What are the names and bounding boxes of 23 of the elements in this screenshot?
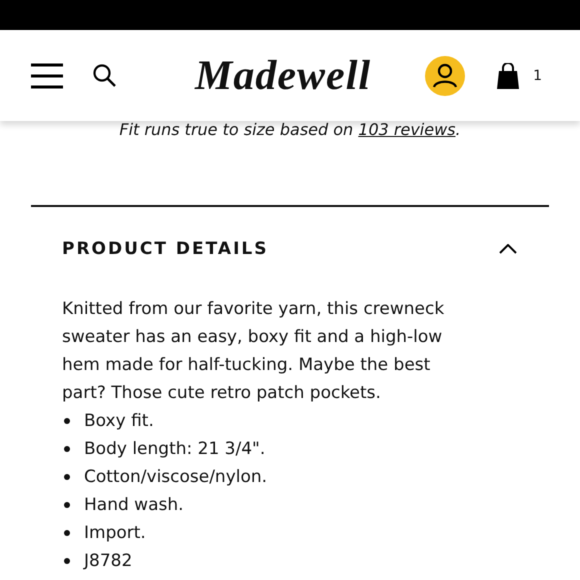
reviews-link[interactable]: 103 reviews [358,120,456,139]
shopping-bag-icon[interactable] [497,62,520,88]
bullet-text: Boxy fit. [84,411,154,431]
bullet-text: Import. [84,523,146,543]
cart-count: 1 [533,68,542,84]
bullet-icon [64,418,70,424]
bullet-text: J8782 [84,551,132,571]
bullet-icon [64,446,70,452]
bullet-text: Body length: 21 3/4". [84,439,266,459]
accordion-header[interactable]: PRODUCT DETAILS [31,207,549,259]
bullet-icon [64,558,70,564]
menu-icon[interactable] [31,62,63,88]
brand-logo[interactable]: Madewell [195,52,372,100]
description-text: Knitted from our favorite yarn, this crewneck sweater has an easy, boxy fit and a high-low hem made for half-tucking. Maybe the best part? Those cute retro patch pockets. [62,298,446,405]
search-icon[interactable] [93,64,117,88]
bullet-icon [64,474,70,480]
account-icon[interactable] [425,56,466,96]
bullet-icon [64,502,70,508]
section-title: PRODUCT DETAILS [62,239,268,259]
bullet-icon [64,530,70,536]
bullet-text: Cotton/viscose/nylon. [84,467,268,487]
bullet-text: Hand wash. [84,495,184,515]
fit-note: Fit runs true to size based on 103 reviews. [118,121,462,139]
